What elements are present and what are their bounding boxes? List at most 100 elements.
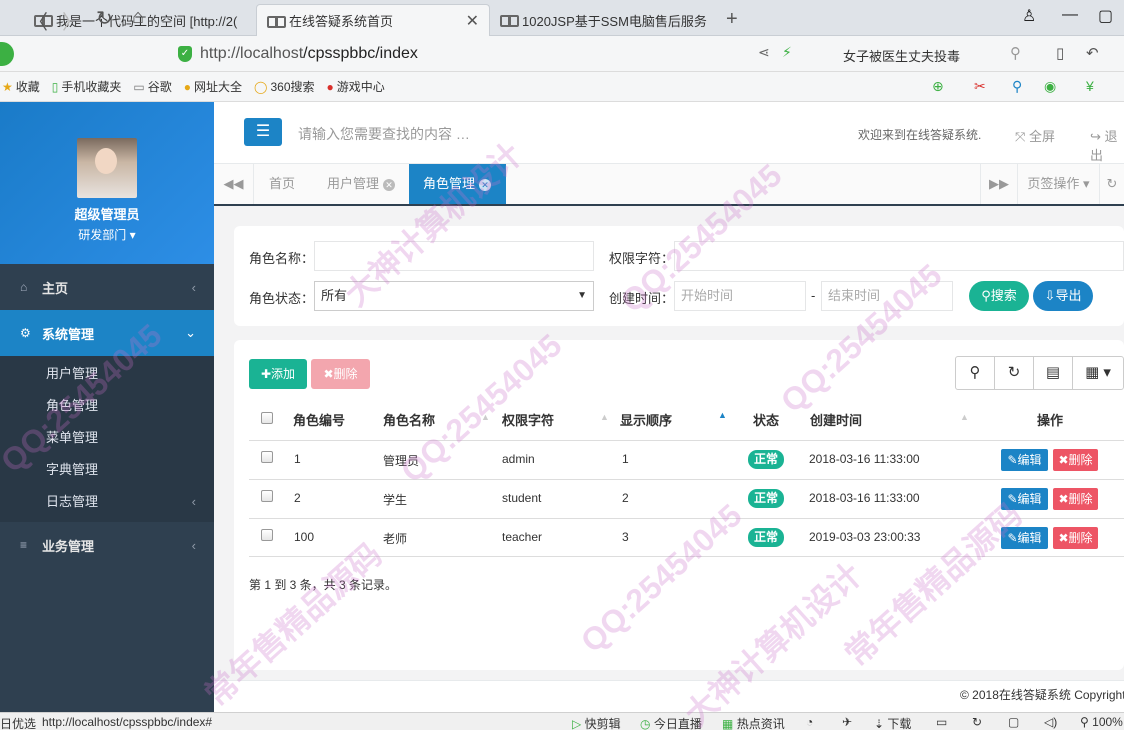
search-icon[interactable]: ⚲ xyxy=(1010,44,1021,62)
sort-icon[interactable]: ▲ xyxy=(481,412,490,422)
tab-home[interactable]: 首页 xyxy=(255,164,309,204)
share-icon[interactable]: ⋖ xyxy=(758,44,770,61)
close-tab-icon[interactable]: ✕ xyxy=(479,178,492,191)
end-time-input[interactable]: 结束时间 xyxy=(821,281,953,311)
close-tab-icon[interactable]: ✕ xyxy=(458,11,479,31)
gamepad-icon[interactable]: ◉ xyxy=(1044,78,1056,95)
submenu-user[interactable]: 用户管理 xyxy=(0,358,214,390)
col-role-id[interactable]: 角色编号 xyxy=(293,410,345,429)
undo-icon[interactable]: ↶ xyxy=(1086,44,1099,62)
department-dropdown[interactable]: 研发部门 ▾ xyxy=(0,226,214,243)
columns-icon[interactable]: ▦ ▾ xyxy=(1072,356,1124,390)
forward-icon[interactable]: 〉 xyxy=(62,6,82,35)
menu-toggle-button[interactable]: ☰ xyxy=(244,118,282,146)
scroll-left-icon[interactable]: ◀◀ xyxy=(214,164,254,204)
reload-icon[interactable]: ↻ xyxy=(96,6,113,31)
submenu-log[interactable]: 日志管理 ‹ xyxy=(0,486,214,518)
tab-user-management[interactable]: 用户管理 ✕ xyxy=(313,164,409,204)
new-tab-button[interactable]: + xyxy=(726,8,738,31)
status-item[interactable]: ▷ 快剪辑 xyxy=(572,715,621,730)
browser-tab[interactable]: 1020JSP基于SSM电脑售后服务 xyxy=(490,4,722,36)
permission-input[interactable] xyxy=(674,241,1124,271)
close-tab-icon[interactable]: ✕ xyxy=(383,178,396,191)
search-toggle-icon[interactable]: ⚲ xyxy=(955,356,995,390)
logout-button[interactable]: ↪ 退出 xyxy=(1090,126,1124,164)
refresh-icon[interactable]: ↻ xyxy=(972,715,982,729)
row-delete-button[interactable]: ✖删除 xyxy=(1053,488,1098,510)
maximize-icon[interactable]: ▢ xyxy=(1098,6,1113,26)
browser-tab-active[interactable]: 在线答疑系统首页 ✕ xyxy=(256,4,490,36)
speed-icon[interactable]: ◔ xyxy=(806,715,813,729)
refresh-icon[interactable]: ↻ xyxy=(994,356,1034,390)
bookmark-item[interactable]: ★ 收藏 xyxy=(2,78,40,95)
zoom-level[interactable]: ⚲ 100% xyxy=(1080,715,1123,729)
yen-icon[interactable]: ¥ xyxy=(1086,78,1094,94)
bolt-icon[interactable]: ⚡ xyxy=(782,44,792,61)
submenu-menu[interactable]: 菜单管理 xyxy=(0,422,214,454)
avatar[interactable] xyxy=(77,138,137,198)
phone-icon: ▯ xyxy=(51,79,59,94)
delete-button[interactable]: ✖删除 xyxy=(311,359,370,389)
magnifier-icon[interactable]: ⚲ xyxy=(1012,78,1022,95)
download-icon: ⇣ xyxy=(874,717,885,730)
volume-icon[interactable]: ◁) xyxy=(1044,715,1057,729)
edit-button[interactable]: ✎编辑 xyxy=(1001,527,1048,549)
row-delete-button[interactable]: ✖删除 xyxy=(1053,527,1098,549)
close-icon: ✖ xyxy=(1058,492,1069,506)
edit-button[interactable]: ✎编辑 xyxy=(1001,449,1048,471)
bookmark-item[interactable]: ● 网址大全 xyxy=(184,78,242,95)
add-button[interactable]: ✚添加 xyxy=(249,359,307,389)
minimize-icon[interactable]: — xyxy=(1062,6,1078,24)
card-view-icon[interactable]: ▤ xyxy=(1033,356,1073,390)
start-time-input[interactable]: 开始时间 xyxy=(674,281,806,311)
back-icon[interactable]: 〈 xyxy=(28,6,48,35)
sort-icon[interactable]: ▲ xyxy=(600,412,609,422)
window-icon[interactable]: ▢ xyxy=(1008,715,1019,729)
role-status-select[interactable]: 所有 ▼ xyxy=(314,281,594,311)
scissors-icon[interactable]: ✂ xyxy=(974,78,986,95)
row-delete-button[interactable]: ✖删除 xyxy=(1053,449,1098,471)
extension-icon[interactable]: ⊕ xyxy=(932,78,944,95)
fullscreen-button[interactable]: ⤧ 全屏 xyxy=(1015,126,1055,145)
row-checkbox[interactable] xyxy=(261,529,273,541)
search-button[interactable]: ⚲搜索 xyxy=(969,281,1029,311)
row-checkbox[interactable] xyxy=(261,451,273,463)
col-role-key[interactable]: 权限字符 xyxy=(502,410,554,429)
menu-business[interactable]: ≡ 业务管理 ‹ xyxy=(0,522,214,568)
menu-home[interactable]: ⌂ 主页 ‹ xyxy=(0,264,214,310)
col-created-time[interactable]: 创建时间 xyxy=(810,410,862,429)
top-search-input[interactable]: 请输入您需要查找的内容 … xyxy=(298,124,470,144)
sort-asc-icon[interactable]: ▲ xyxy=(718,410,727,420)
phone-icon[interactable]: ▯ xyxy=(1056,44,1064,62)
home-icon: ⌂ xyxy=(20,280,28,294)
row-checkbox[interactable] xyxy=(261,490,273,502)
submenu-role[interactable]: 角色管理 xyxy=(0,390,214,422)
role-name-input[interactable] xyxy=(314,241,594,271)
skin-icon[interactable]: ♙ xyxy=(1022,6,1036,26)
bookmark-item[interactable]: ▭ 谷歌 xyxy=(133,78,171,95)
sort-icon[interactable]: ▲ xyxy=(960,412,969,422)
cell-role-name: 老师 xyxy=(383,532,408,546)
page-ops-dropdown[interactable]: 页签操作 ▾ xyxy=(1018,164,1100,204)
bookmark-item[interactable]: ▯ 手机收藏夹 xyxy=(52,78,122,95)
home-icon[interactable]: ⌂ xyxy=(132,6,144,29)
export-button[interactable]: ⇩导出 xyxy=(1033,281,1093,311)
bookmark-item[interactable]: ◯ 360搜索 xyxy=(254,78,314,95)
submenu-dict[interactable]: 字典管理 xyxy=(0,454,214,486)
tab-role-management[interactable]: 角色管理 ✕ xyxy=(409,164,506,204)
bookmark-item[interactable]: ● 游戏中心 xyxy=(327,78,385,95)
menu-system[interactable]: ⚙ 系统管理 ⌄ xyxy=(0,310,214,356)
scroll-right-icon[interactable]: ▶▶ xyxy=(980,164,1018,204)
edit-button[interactable]: ✎编辑 xyxy=(1001,488,1048,510)
status-item[interactable]: ⇣ 下载 xyxy=(874,715,911,730)
select-all-checkbox[interactable] xyxy=(261,412,273,424)
col-order[interactable]: 显示顺序 xyxy=(620,410,672,429)
layout-icon[interactable]: ▭ xyxy=(936,715,947,729)
rocket-icon[interactable]: ✈ xyxy=(842,715,852,729)
status-item[interactable]: ▦ 热点资讯 xyxy=(722,715,785,730)
col-role-name[interactable]: 角色名称 xyxy=(383,410,435,429)
status-item[interactable]: ◷ 今日直播 xyxy=(640,715,702,730)
url-field[interactable]: ✓ http://localhost/cpsspbbc/index xyxy=(170,41,750,67)
refresh-tab-icon[interactable]: ↻ xyxy=(1100,164,1124,204)
browser-search-field[interactable]: 女子被医生丈夫投毒 xyxy=(843,46,960,65)
